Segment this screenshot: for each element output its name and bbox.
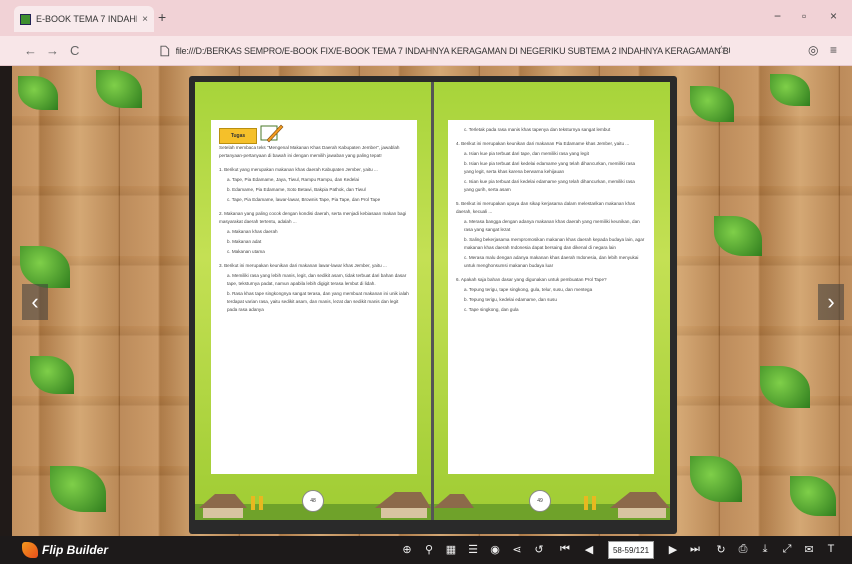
next-page-icon[interactable]: ▶ (666, 543, 680, 556)
search-icon[interactable]: ⚲ (422, 543, 436, 556)
ivy-leaf-decoration (760, 366, 810, 408)
left-page-number: 48 (302, 490, 324, 512)
ivy-leaf-decoration (96, 70, 142, 108)
question-3: 3. Berikut ini merupakan keunikan dari m… (219, 263, 387, 268)
question-6: 6. Apakah saja bahan dasar yang digunaka… (456, 277, 607, 282)
fullscreen-icon[interactable]: ⤢ (780, 543, 794, 556)
menu-icon[interactable]: ≡ (830, 43, 837, 57)
flip-builder-logo-icon (22, 542, 38, 558)
restore-button[interactable]: ▫ (802, 9, 806, 23)
question-6-option-b[interactable]: b. Tepung terigu, kedelai edamame, dan s… (456, 296, 646, 304)
download-icon[interactable]: ⤓ (758, 543, 772, 556)
question-5: 5. Berikut ini merupakan upaya dan sikap… (456, 201, 635, 214)
reload-button[interactable]: C (70, 43, 79, 58)
autoplay-icon[interactable]: ↻ (714, 543, 728, 556)
question-1-option-b[interactable]: b. Edamame, Pia Edamame, Soto Betawi, Ba… (219, 186, 409, 194)
ivy-leaf-decoration (770, 74, 810, 106)
ivy-leaf-decoration (690, 456, 742, 502)
question-1: 1. Berikut yang merupakan makanan khas d… (219, 167, 378, 172)
intro-text: Setelah membaca teks "Mengenal Makanan K… (219, 145, 400, 158)
left-edge-bar (0, 66, 12, 536)
share-icon[interactable]: ⋖ (510, 543, 524, 556)
ivy-leaf-decoration (50, 466, 106, 512)
left-question-sheet: Setelah membaca teks "Mengenal Makanan K… (211, 120, 417, 474)
ivy-leaf-decoration (690, 86, 734, 122)
print-icon[interactable]: ⎙ (736, 543, 750, 556)
question-4-option-c[interactable]: c. Isian kue pia terbuat dari kedelai ed… (456, 178, 646, 194)
question-3-option-c[interactable]: c. Terletak pada rasa manis khas tapenya… (456, 126, 646, 134)
question-5-option-c[interactable]: c. Merasa malu dengan adanya makanan kha… (456, 254, 646, 270)
ivy-leaf-decoration (20, 246, 70, 288)
browser-toolbar: ← → C file:///D:/BERKAS SEMPRO/E-BOOK FI… (0, 36, 852, 66)
table-of-contents-icon[interactable]: ☰ (466, 543, 480, 556)
question-3-option-b[interactable]: b. Rasa khas tape singkongnya sangat ter… (219, 290, 409, 314)
thumbnails-icon[interactable]: ▦ (444, 543, 458, 556)
flip-builder-brand[interactable]: Flip Builder (22, 542, 108, 558)
file-icon (160, 45, 170, 57)
question-5-option-b[interactable]: b. Saling bekerjasama mempromosikan maka… (456, 236, 646, 252)
pocket-icon[interactable]: ◎ (808, 43, 818, 57)
village-illustration (434, 492, 670, 520)
tab-close-icon[interactable]: × (142, 14, 148, 25)
back-button[interactable]: ← (24, 43, 37, 58)
bookmark-icon[interactable]: ◉ (488, 543, 502, 556)
new-tab-button[interactable]: + (158, 9, 166, 25)
minimize-button[interactable]: − (774, 9, 781, 23)
page-number-input[interactable]: 58-59/121 (608, 541, 654, 559)
bookmark-star-icon[interactable]: ☆ (716, 43, 727, 57)
question-2-option-c[interactable]: c. Makanan utama (219, 248, 409, 256)
close-window-button[interactable]: × (830, 9, 837, 23)
ivy-leaf-decoration (714, 216, 762, 256)
question-6-option-c[interactable]: c. Tape singkong, dan gula (456, 306, 646, 314)
question-4-option-b[interactable]: b. Isian kue pia terbuat dari kedelai ed… (456, 160, 646, 176)
email-icon[interactable]: ✉ (802, 543, 816, 556)
flip-builder-toolbar: Flip Builder ⊕ ⚲ ▦ ☰ ◉ ⋖ ↺ ⏮ ◀ 58-59/121… (0, 536, 852, 564)
flipbook: Tugas Setelah membaca teks "Mengenal Mak… (189, 76, 677, 534)
prev-page-arrow-icon[interactable]: ‹ (22, 284, 48, 320)
right-question-sheet: c. Terletak pada rasa manis khas tapenya… (448, 120, 654, 474)
browser-tab-strip: E-BOOK TEMA 7 INDAHNYA KERA × + − ▫ × (0, 0, 852, 36)
question-2-option-a[interactable]: a. Makanan khas daerah (219, 228, 409, 236)
pencil-icon (260, 124, 284, 143)
rotate-icon[interactable]: ↺ (532, 543, 546, 556)
tab-title: E-BOOK TEMA 7 INDAHNYA KERA (36, 14, 137, 24)
ebook-favicon-icon (20, 13, 31, 25)
previous-page-icon[interactable]: ◀ (582, 543, 596, 556)
ivy-leaf-decoration (30, 356, 74, 394)
right-page-number: 49 (529, 490, 551, 512)
question-1-option-c[interactable]: c. Tape, Pia Edamame, lawar-lawar, Brown… (219, 196, 409, 204)
ivy-leaf-decoration (18, 76, 58, 110)
zoom-in-icon[interactable]: ⊕ (400, 543, 414, 556)
next-page-arrow-icon[interactable]: › (818, 284, 844, 320)
left-page[interactable]: Tugas Setelah membaca teks "Mengenal Mak… (195, 82, 431, 520)
question-2: 2. Makanan yang paling cocok dengan kond… (219, 211, 407, 224)
question-4-option-a[interactable]: a. Isian kue pia terbuat dari tape, dan … (456, 150, 646, 158)
question-4: 4. Berikut ini merupakan keunikan dari m… (456, 141, 630, 146)
address-bar[interactable]: file:///D:/BERKAS SEMPRO/E-BOOK FIX/E-BO… (160, 40, 730, 62)
last-page-icon[interactable]: ⏭ (688, 543, 702, 556)
first-page-icon[interactable]: ⏮ (558, 543, 572, 556)
flipbook-viewport: ‹ › Tugas Setelah membaca teks "Mengenal… (0, 66, 852, 536)
question-1-option-a[interactable]: a. Tape, Pia Edamame, Jaya, Tiwul, Rampu… (219, 176, 409, 184)
ivy-leaf-decoration (790, 476, 836, 516)
url-text: file:///D:/BERKAS SEMPRO/E-BOOK FIX/E-BO… (175, 46, 730, 56)
browser-tab[interactable]: E-BOOK TEMA 7 INDAHNYA KERA × (14, 6, 154, 32)
tugas-label: Tugas (219, 128, 257, 144)
question-3-option-a[interactable]: a. Memiliki rasa yang lebih manis, legit… (219, 272, 409, 288)
forward-button[interactable]: → (46, 43, 59, 58)
question-2-option-b[interactable]: b. Makanan adat (219, 238, 409, 246)
question-5-option-a[interactable]: a. Merasa bangga dengan adanya makanan k… (456, 218, 646, 234)
brand-name: Flip Builder (42, 543, 108, 557)
right-page[interactable]: c. Terletak pada rasa manis khas tapenya… (434, 82, 670, 520)
question-6-option-a[interactable]: a. Tepung terigu, tape singkong, gula, t… (456, 286, 646, 294)
text-mode-icon[interactable]: T (824, 543, 838, 555)
